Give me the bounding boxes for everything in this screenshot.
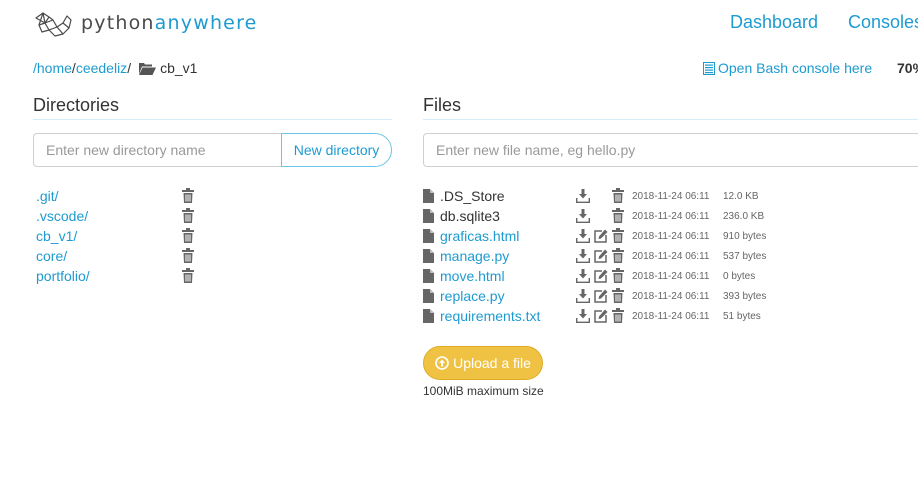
file-size: 12.0 KB bbox=[723, 190, 759, 202]
file-date: 2018-11-24 06:11 bbox=[632, 230, 710, 242]
list-item: .git/ bbox=[36, 186, 201, 206]
upload-file-label: Upload a file bbox=[453, 355, 531, 371]
file-size: 393 bytes bbox=[723, 290, 767, 302]
list-item: core/ bbox=[36, 246, 201, 266]
files-title: Files bbox=[423, 95, 462, 115]
list-item: .vscode/ bbox=[36, 206, 201, 226]
directory-link[interactable]: portfolio/ bbox=[36, 268, 90, 284]
directory-link[interactable]: .git/ bbox=[36, 188, 59, 204]
file-date: 2018-11-24 06:11 bbox=[632, 270, 710, 282]
nav-consoles-link[interactable]: Consoles bbox=[848, 12, 918, 33]
file-list: .DS_Store 2018-11-24 06:11 12.0 KB db.sqlit… bbox=[423, 186, 783, 326]
file-row: manage.py 2018-11-24 06:11 537 bytes bbox=[423, 246, 783, 266]
file-name[interactable]: replace.py bbox=[440, 288, 505, 304]
file-size: 537 bytes bbox=[723, 250, 767, 262]
file-name[interactable]: manage.py bbox=[440, 248, 509, 264]
file-name: .DS_Store bbox=[440, 188, 505, 204]
edit-icon[interactable] bbox=[594, 309, 608, 328]
directories-divider bbox=[33, 119, 392, 120]
file-row: requirements.txt 2018-11-24 06:11 51 bytes bbox=[423, 306, 783, 326]
open-bash-console-label: Open Bash console here bbox=[718, 60, 873, 76]
file-date: 2018-11-24 06:11 bbox=[632, 190, 710, 202]
new-directory-form: New directory bbox=[33, 133, 392, 167]
files-divider bbox=[423, 119, 918, 120]
console-icon bbox=[703, 61, 715, 75]
breadcrumb-home-link[interactable]: /home bbox=[33, 60, 72, 76]
delete-trash-icon[interactable] bbox=[612, 268, 624, 288]
file-name[interactable]: requirements.txt bbox=[440, 308, 540, 324]
delete-trash-icon[interactable] bbox=[182, 208, 194, 228]
file-icon bbox=[423, 309, 434, 328]
new-directory-input[interactable] bbox=[33, 133, 281, 167]
file-date: 2018-11-24 06:11 bbox=[632, 250, 710, 262]
brand-name: pythonanywhere bbox=[81, 12, 258, 34]
directory-link[interactable]: .vscode/ bbox=[36, 208, 88, 224]
open-bash-console-link[interactable]: Open Bash console here bbox=[703, 60, 872, 76]
file-date: 2018-11-24 06:11 bbox=[632, 210, 710, 222]
directory-link[interactable]: core/ bbox=[36, 248, 67, 264]
file-size: 236.0 KB bbox=[723, 210, 765, 222]
delete-trash-icon[interactable] bbox=[182, 268, 194, 288]
file-name[interactable]: graficas.html bbox=[440, 228, 519, 244]
file-size: 910 bytes bbox=[723, 230, 767, 242]
upload-size-note: 100MiB maximum size bbox=[423, 384, 544, 398]
list-item: portfolio/ bbox=[36, 266, 201, 286]
directories-title: Directories bbox=[33, 95, 120, 115]
upload-file-button[interactable]: Upload a file bbox=[423, 346, 543, 380]
new-directory-button[interactable]: New directory bbox=[281, 133, 392, 167]
list-item: cb_v1/ bbox=[36, 226, 201, 246]
breadcrumb-separator: / bbox=[127, 60, 132, 76]
delete-trash-icon[interactable] bbox=[182, 248, 194, 268]
file-size: 51 bytes bbox=[723, 310, 761, 322]
delete-trash-icon[interactable] bbox=[612, 308, 624, 328]
file-name: db.sqlite3 bbox=[440, 208, 500, 224]
breadcrumb-user-link[interactable]: ceedeliz bbox=[76, 60, 127, 76]
delete-trash-icon[interactable] bbox=[182, 188, 194, 208]
zoom-level: 70% bbox=[897, 60, 918, 76]
file-row: replace.py 2018-11-24 06:11 393 bytes bbox=[423, 286, 783, 306]
directory-link[interactable]: cb_v1/ bbox=[36, 228, 77, 244]
folder-open-icon bbox=[139, 62, 157, 75]
delete-trash-icon[interactable] bbox=[612, 248, 624, 268]
upload-circle-arrow-icon bbox=[435, 356, 449, 370]
delete-trash-icon[interactable] bbox=[612, 208, 624, 228]
file-date: 2018-11-24 06:11 bbox=[632, 290, 710, 302]
file-name[interactable]: move.html bbox=[440, 268, 505, 284]
delete-trash-icon[interactable] bbox=[612, 288, 624, 308]
download-icon[interactable] bbox=[576, 309, 590, 328]
file-date: 2018-11-24 06:11 bbox=[632, 310, 710, 322]
breadcrumb: /home / ceedeliz / cb_v1 bbox=[33, 60, 197, 76]
file-row: graficas.html 2018-11-24 06:11 910 bytes bbox=[423, 226, 783, 246]
new-file-input[interactable] bbox=[423, 133, 918, 167]
file-size: 0 bytes bbox=[723, 270, 756, 282]
file-row: db.sqlite3 2018-11-24 06:11 236.0 KB bbox=[423, 206, 783, 226]
pythonanywhere-logo[interactable]: pythonanywhere bbox=[33, 10, 258, 38]
directory-list: .git/ .vscode/ cb_v1/ core/ portfolio/ bbox=[36, 186, 201, 286]
delete-trash-icon[interactable] bbox=[612, 188, 624, 208]
nav-dashboard-link[interactable]: Dashboard bbox=[730, 12, 818, 33]
file-row: .DS_Store 2018-11-24 06:11 12.0 KB bbox=[423, 186, 783, 206]
snake-logo-icon bbox=[35, 12, 72, 37]
delete-trash-icon[interactable] bbox=[182, 228, 194, 248]
file-row: move.html 2018-11-24 06:11 0 bytes bbox=[423, 266, 783, 286]
breadcrumb-current: cb_v1 bbox=[160, 60, 198, 76]
delete-trash-icon[interactable] bbox=[612, 228, 624, 248]
